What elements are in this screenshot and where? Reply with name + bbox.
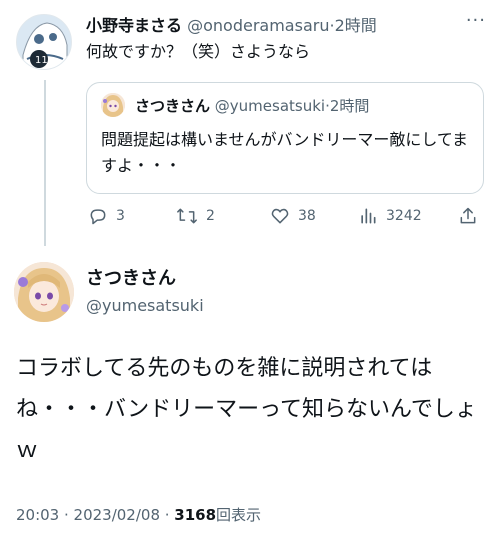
retweet-button[interactable]: 2	[176, 202, 215, 230]
main-display-name[interactable]: さつきさん	[86, 264, 204, 290]
reply-button[interactable]: 3	[88, 202, 125, 230]
quoted-tweet-card[interactable]: さつきさん @yumesatsuki·2時間 問題提起は構いませんがバンドリーマ…	[86, 82, 484, 194]
quoted-time: 2時間	[329, 97, 370, 115]
svg-text:11: 11	[35, 55, 48, 66]
anime-avatar-icon	[101, 93, 125, 117]
reply-count: 3	[116, 208, 125, 224]
tweet-meta: 20:03 · 2023/02/08 · 3168回表示	[16, 504, 261, 525]
action-bar: 3 2 38 3242	[86, 202, 486, 230]
reply-icon	[90, 209, 106, 225]
quoted-handle: @yumesatsuki	[214, 97, 326, 115]
share-icon	[460, 207, 476, 224]
retweet-icon	[177, 208, 197, 224]
views-count: 3242	[386, 208, 422, 224]
main-tweet-text: コラボしてる先のものを雑に説明されてはね・・・バンドリーマーって知らないんでしょ…	[16, 356, 477, 463]
quoted-avatar	[101, 93, 125, 117]
quoted-text: 問題提起は構いませんがバンドリーマー敵にしてますよ・・・	[101, 130, 469, 175]
quoted-display-name: さつきさん	[135, 97, 211, 115]
anime-avatar-icon	[14, 262, 74, 322]
view-label: 回表示	[216, 506, 262, 524]
avatar-illustration-icon: 11	[17, 15, 71, 69]
thread-connector-line	[44, 80, 46, 246]
reply-display-name[interactable]: 小野寺まさる	[86, 16, 182, 35]
reply-text: 何故ですか？（笑）さようなら	[86, 42, 311, 61]
main-handle[interactable]: @yumesatsuki	[86, 296, 204, 315]
tweet-timestamp[interactable]: 20:03 · 2023/02/08 ·	[16, 506, 174, 524]
like-icon	[271, 208, 289, 224]
view-count: 3168	[174, 506, 217, 524]
views-button[interactable]: 3242	[358, 202, 422, 230]
reply-handle[interactable]: @onoderamasaru	[187, 16, 329, 35]
like-count: 38	[298, 208, 316, 224]
avatar[interactable]: 11	[16, 14, 72, 70]
retweet-count: 2	[206, 208, 215, 224]
main-avatar[interactable]	[14, 262, 74, 322]
quoted-header: さつきさん @yumesatsuki·2時間	[135, 95, 369, 116]
views-icon	[361, 208, 376, 224]
main-author: さつきさん @yumesatsuki	[86, 264, 204, 315]
reply-time[interactable]: 2時間	[335, 16, 377, 35]
more-options-icon[interactable]: ···	[466, 10, 486, 31]
share-button[interactable]	[458, 202, 478, 230]
reply-header: 小野寺まさる @onoderamasaru·2時間	[86, 12, 377, 36]
like-button[interactable]: 38	[270, 202, 316, 230]
